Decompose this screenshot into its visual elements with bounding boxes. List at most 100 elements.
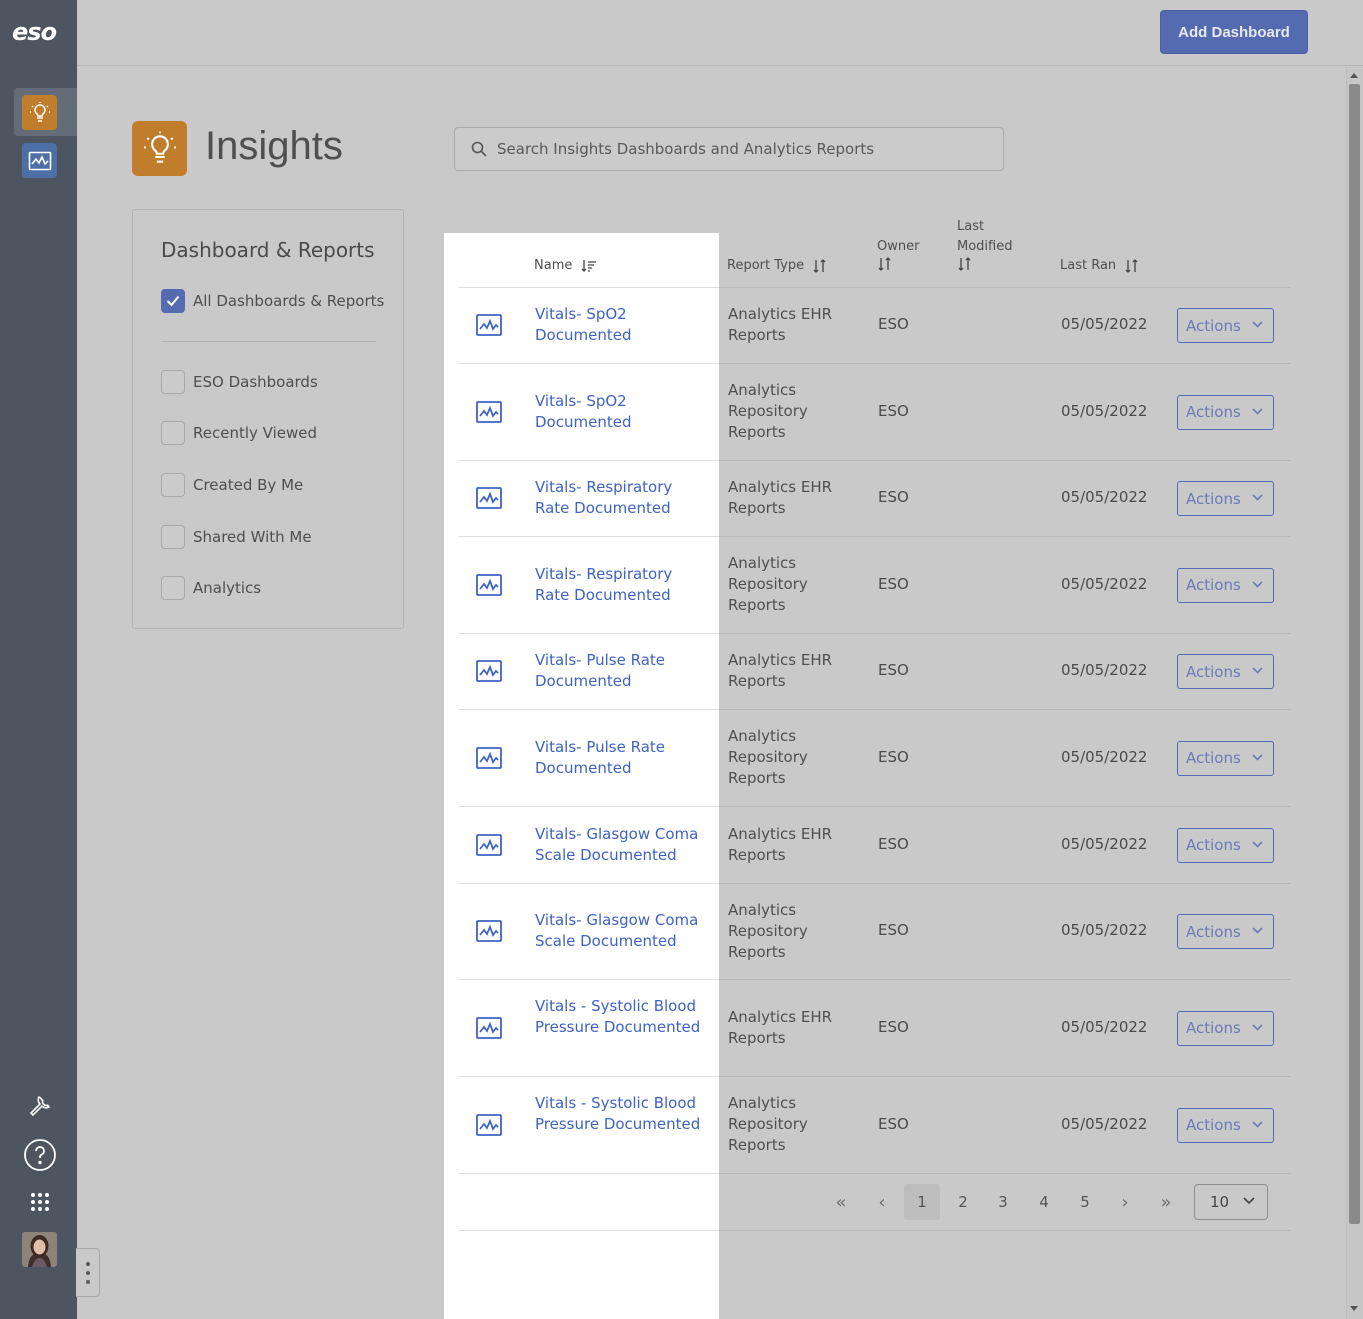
- first-page-button[interactable]: «: [823, 1184, 859, 1220]
- actions-dropdown[interactable]: Actions: [1177, 654, 1274, 689]
- search-icon: [471, 141, 487, 157]
- filter-checkbox[interactable]: [161, 576, 185, 600]
- report-type: Analytics EHR Reports: [728, 305, 833, 344]
- header-owner-label: Owner: [877, 239, 920, 254]
- report-chart-icon: [476, 660, 502, 682]
- report-chart-icon: [476, 1016, 502, 1039]
- actions-dropdown[interactable]: Actions: [1177, 827, 1274, 863]
- report-owner: ESO: [878, 1017, 909, 1036]
- filter-checkbox[interactable]: [161, 473, 185, 497]
- header-name-label: Name: [534, 258, 573, 273]
- report-last-ran: 05/05/2022: [1061, 834, 1148, 853]
- row-divider: [459, 287, 1291, 288]
- sort-desc-icon[interactable]: [581, 259, 597, 273]
- report-last-ran: 05/05/2022: [1061, 747, 1148, 766]
- actions-dropdown[interactable]: Actions: [1177, 914, 1274, 949]
- report-owner: ESO: [878, 921, 909, 939]
- last-page-button[interactable]: »: [1148, 1184, 1184, 1220]
- report-name-link[interactable]: Vitals- SpO2 Documented: [535, 304, 705, 346]
- eso-logo[interactable]: eso: [12, 18, 57, 46]
- row-divider: [459, 883, 1291, 884]
- filter-all[interactable]: All Dashboards & Reports: [161, 289, 384, 313]
- report-name-link[interactable]: Vitals - Systolic Blood Pressure Documen…: [535, 996, 705, 1038]
- rail-tools-button[interactable]: [22, 1088, 57, 1123]
- report-name-link[interactable]: Vitals- Glasgow Coma Scale Documented: [535, 824, 705, 866]
- rail-collapse-handle[interactable]: [76, 1248, 100, 1297]
- rail-insights-button[interactable]: [22, 95, 57, 130]
- report-type: Analytics EHR Reports: [728, 824, 833, 864]
- report-name-link[interactable]: Vitals- Glasgow Coma Scale Documented: [535, 910, 705, 952]
- add-dashboard-button[interactable]: Add Dashboard: [1160, 10, 1308, 54]
- row-divider: [459, 806, 1291, 807]
- filter-analytics[interactable]: Analytics: [161, 576, 261, 600]
- row-divider: [459, 709, 1291, 710]
- report-name-link[interactable]: Vitals- Pulse Rate Documented: [535, 650, 705, 692]
- header-last-modified[interactable]: Last Modified: [957, 217, 1012, 278]
- filter-label: Recently Viewed: [193, 424, 317, 442]
- report-owner: ESO: [878, 747, 909, 766]
- report-owner: ESO: [878, 1114, 909, 1133]
- report-name-link[interactable]: Vitals- Pulse Rate Documented: [535, 737, 705, 779]
- header-report-type[interactable]: Report Type: [727, 256, 828, 276]
- filter-checkbox[interactable]: [161, 370, 185, 394]
- page-3-button[interactable]: 3: [985, 1184, 1021, 1220]
- report-name-link[interactable]: Vitals- Respiratory Rate Documented: [535, 477, 705, 519]
- actions-label: Actions: [1186, 662, 1241, 681]
- filter-divider: [161, 341, 376, 342]
- sort-icon[interactable]: [877, 257, 893, 271]
- user-avatar[interactable]: [22, 1232, 57, 1267]
- rail-apps-button[interactable]: [22, 1184, 57, 1219]
- header-last-ran[interactable]: Last Ran: [1060, 256, 1140, 276]
- sort-icon[interactable]: [812, 258, 828, 273]
- actions-label: Actions: [1186, 403, 1241, 421]
- filter-recently-viewed[interactable]: Recently Viewed: [161, 421, 317, 445]
- page-4-button[interactable]: 4: [1026, 1184, 1062, 1220]
- rail-analytics-button[interactable]: [22, 143, 57, 178]
- report-owner: ESO: [878, 574, 909, 593]
- sort-icon[interactable]: [957, 257, 973, 271]
- filter-label: Analytics: [193, 579, 262, 597]
- chevron-down-icon: [1252, 580, 1263, 588]
- filter-eso-dashboards[interactable]: ESO Dashboards: [161, 370, 318, 394]
- report-name-link[interactable]: Vitals- SpO2 Documented: [535, 391, 705, 433]
- filter-checkbox[interactable]: [161, 421, 185, 445]
- page-5-button[interactable]: 5: [1067, 1184, 1103, 1220]
- filter-label: ESO Dashboards: [193, 373, 318, 391]
- filter-title: Dashboard & Reports: [161, 238, 375, 262]
- actions-dropdown[interactable]: Actions: [1177, 394, 1274, 430]
- actions-label: Actions: [1186, 576, 1241, 594]
- actions-dropdown[interactable]: Actions: [1177, 308, 1274, 343]
- report-last-ran: 05/05/2022: [1061, 661, 1148, 679]
- actions-dropdown[interactable]: Actions: [1177, 1107, 1274, 1143]
- search-input[interactable]: [497, 140, 997, 158]
- next-page-button[interactable]: ›: [1107, 1184, 1143, 1220]
- wrench-icon: [29, 1095, 50, 1116]
- header-report-type-label: Report Type: [727, 258, 805, 273]
- actions-dropdown[interactable]: Actions: [1177, 1010, 1274, 1046]
- page-1-button[interactable]: 1: [904, 1184, 940, 1220]
- search-box[interactable]: [454, 127, 1004, 171]
- actions-dropdown[interactable]: Actions: [1177, 740, 1274, 776]
- chevron-down-icon: [1252, 840, 1263, 848]
- sort-icon[interactable]: [1124, 258, 1140, 273]
- actions-dropdown[interactable]: Actions: [1177, 567, 1274, 603]
- report-owner: ESO: [878, 401, 909, 420]
- filter-created-by-me[interactable]: Created By Me: [161, 473, 303, 497]
- page-2-button[interactable]: 2: [945, 1184, 981, 1220]
- scroll-down-arrow-icon[interactable]: [1350, 1306, 1358, 1311]
- report-name-link[interactable]: Vitals - Systolic Blood Pressure Documen…: [535, 1093, 705, 1135]
- header-name[interactable]: Name: [534, 256, 597, 276]
- report-name-link[interactable]: Vitals- Respiratory Rate Documented: [535, 564, 705, 606]
- filter-shared-with-me[interactable]: Shared With Me: [161, 525, 312, 549]
- scroll-up-arrow-icon[interactable]: [1350, 73, 1358, 78]
- row-divider: [459, 979, 1291, 980]
- filter-checkbox[interactable]: [161, 525, 185, 549]
- page-size-select[interactable]: 10: [1194, 1184, 1268, 1220]
- actions-dropdown[interactable]: Actions: [1177, 481, 1274, 516]
- filter-all-checkbox[interactable]: [161, 289, 185, 313]
- chevron-down-icon: [1252, 927, 1263, 934]
- rail-help-button[interactable]: [22, 1137, 57, 1172]
- header-owner[interactable]: Owner: [877, 237, 919, 278]
- scrollbar-thumb[interactable]: [1349, 84, 1360, 1224]
- prev-page-button[interactable]: ‹: [864, 1184, 900, 1220]
